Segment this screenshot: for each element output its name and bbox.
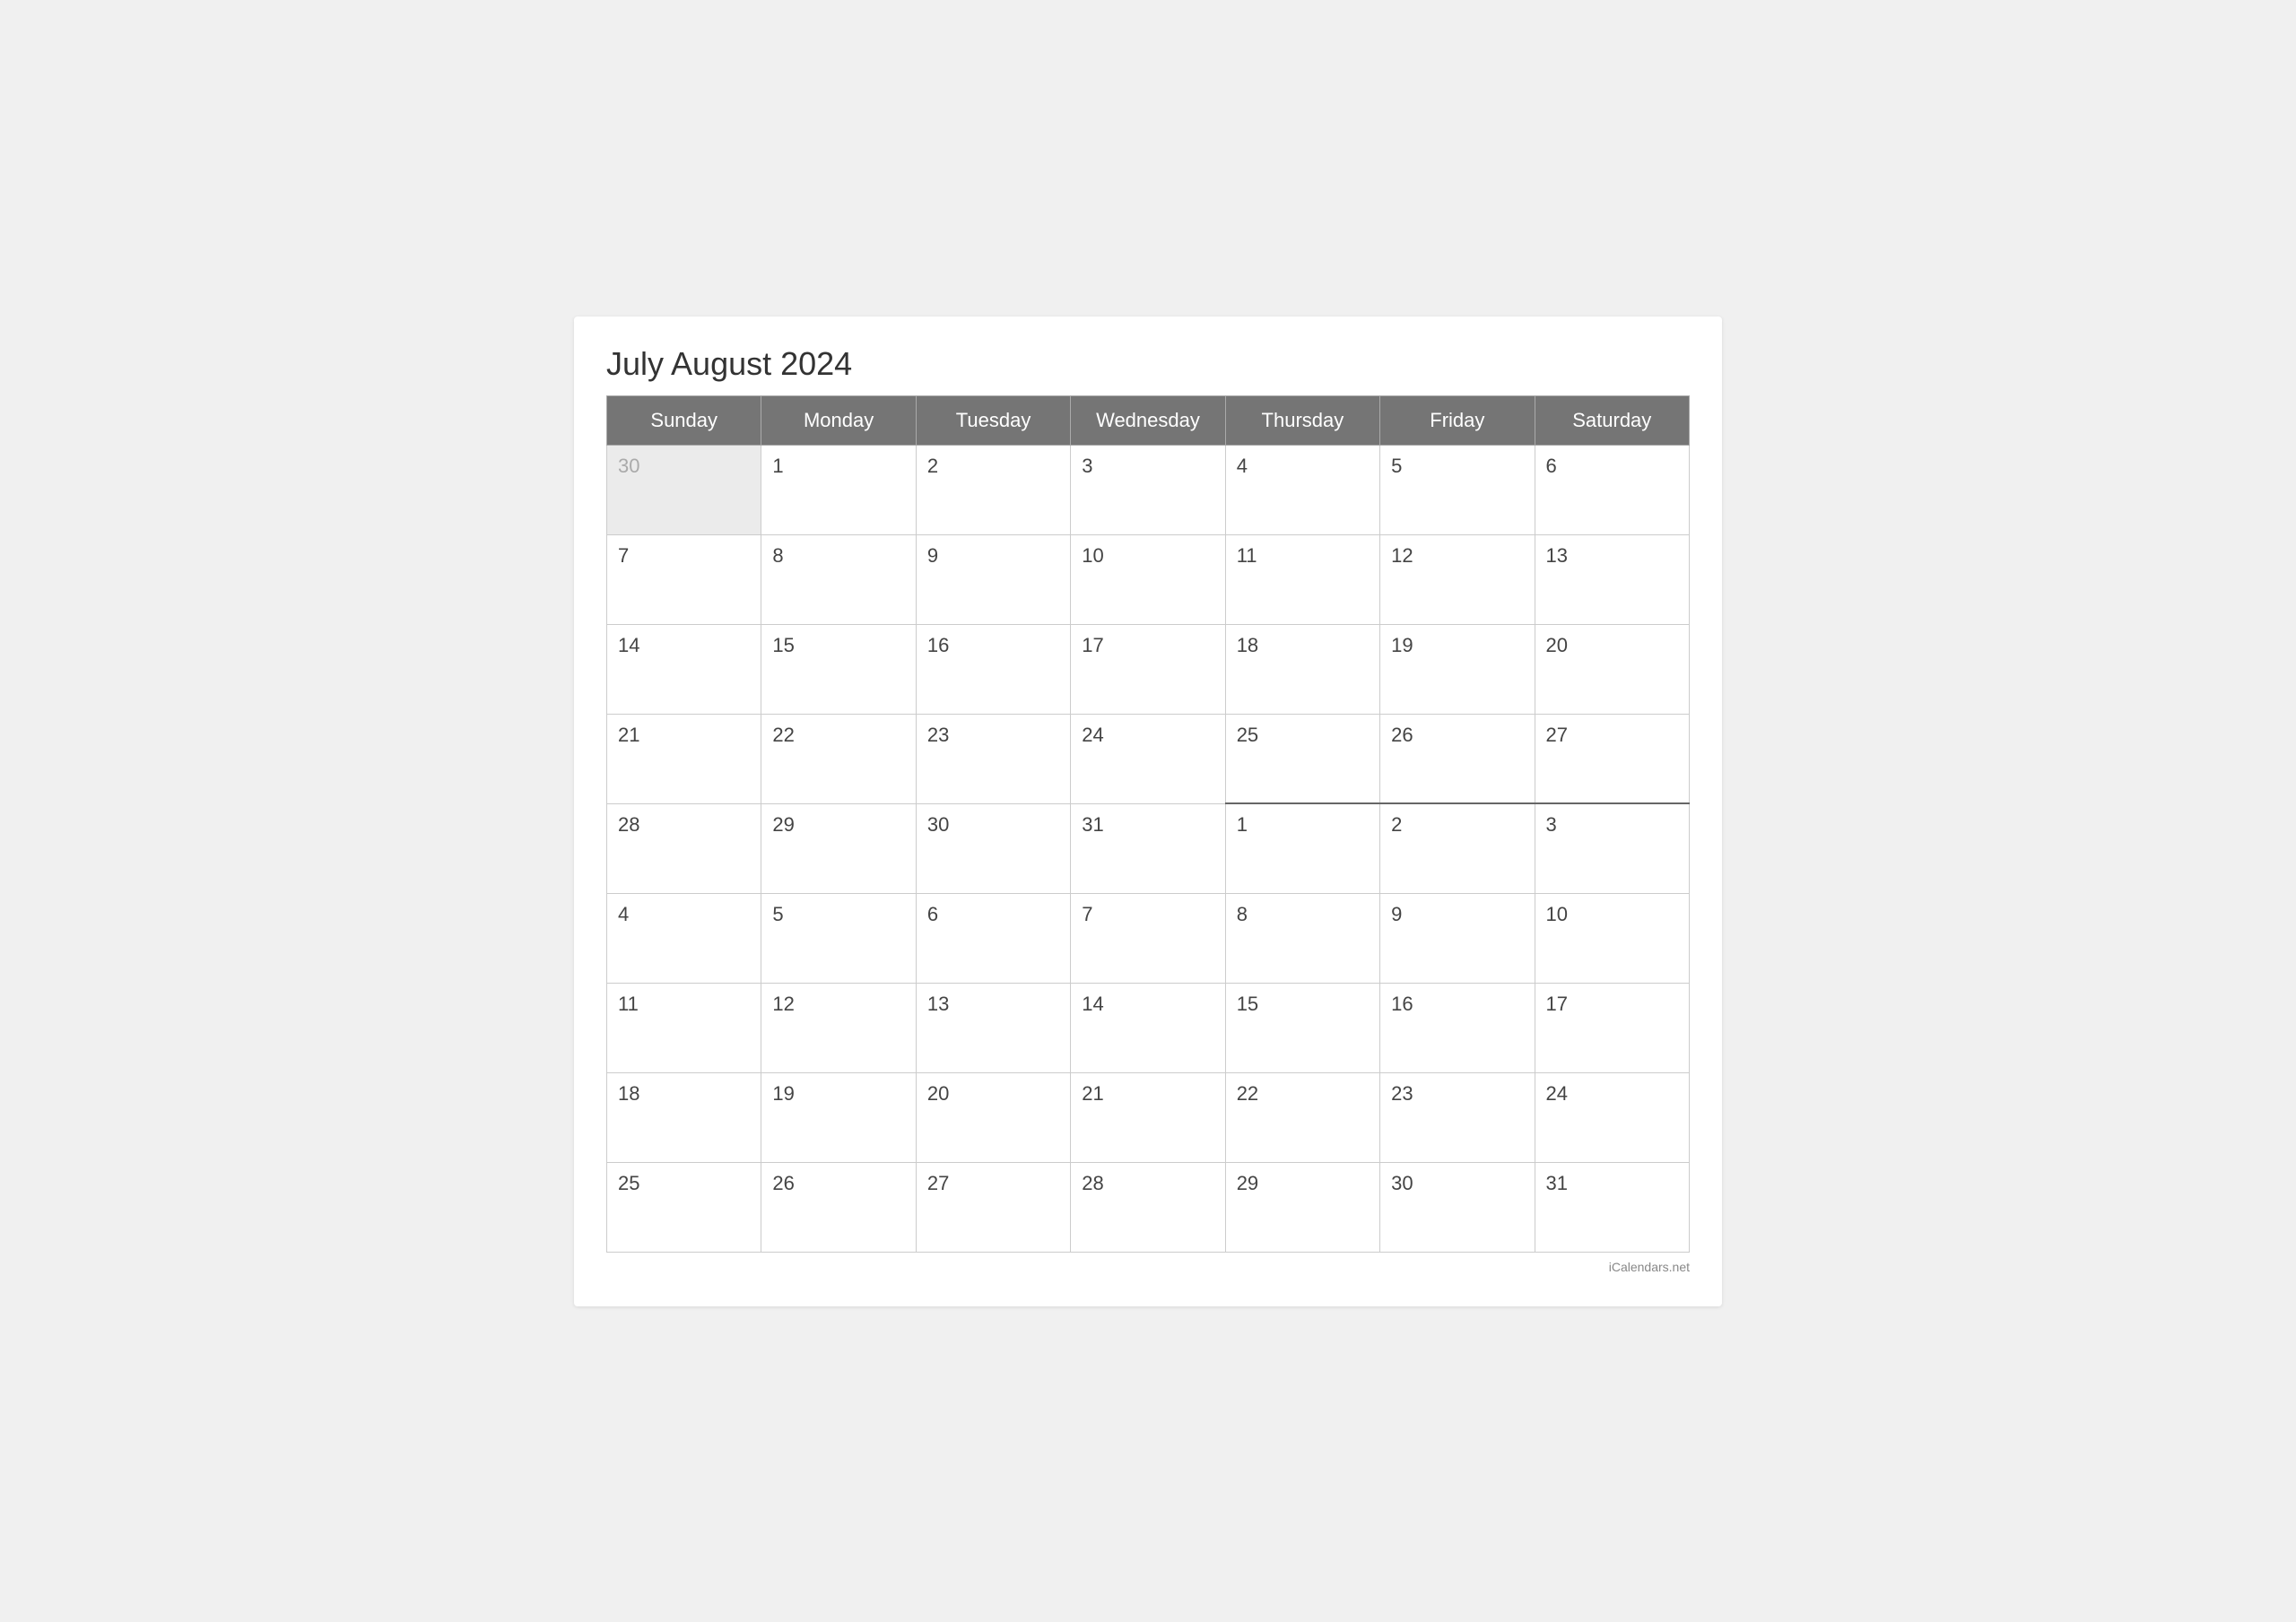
calendar-footer: iCalendars.net bbox=[606, 1260, 1690, 1274]
calendar-cell: 8 bbox=[761, 534, 916, 624]
calendar-cell: 21 bbox=[1071, 1072, 1225, 1162]
calendar-cell: 16 bbox=[1380, 983, 1535, 1072]
calendar-cell: 23 bbox=[1380, 1072, 1535, 1162]
calendar-cell: 11 bbox=[1225, 534, 1379, 624]
calendar-cell: 11 bbox=[607, 983, 761, 1072]
calendar-cell: 10 bbox=[1071, 534, 1225, 624]
calendar-cell: 14 bbox=[1071, 983, 1225, 1072]
calendar-cell: 20 bbox=[1535, 624, 1689, 714]
calendar-cell: 21 bbox=[607, 714, 761, 803]
calendar-cell: 2 bbox=[1380, 803, 1535, 893]
header-cell-wednesday: Wednesday bbox=[1071, 395, 1225, 445]
calendar-row: 28293031123 bbox=[607, 803, 1690, 893]
calendar-cell: 28 bbox=[1071, 1162, 1225, 1252]
calendar-cell: 3 bbox=[1071, 445, 1225, 534]
calendar-row: 21222324252627 bbox=[607, 714, 1690, 803]
header-cell-thursday: Thursday bbox=[1225, 395, 1379, 445]
calendar-cell: 24 bbox=[1535, 1072, 1689, 1162]
calendar-cell: 14 bbox=[607, 624, 761, 714]
header-row: SundayMondayTuesdayWednesdayThursdayFrid… bbox=[607, 395, 1690, 445]
calendar-row: 14151617181920 bbox=[607, 624, 1690, 714]
calendar-cell: 13 bbox=[1535, 534, 1689, 624]
calendar-cell: 29 bbox=[1225, 1162, 1379, 1252]
header-cell-friday: Friday bbox=[1380, 395, 1535, 445]
calendar-cell: 7 bbox=[607, 534, 761, 624]
calendar-cell: 30 bbox=[916, 803, 1070, 893]
calendar-cell: 26 bbox=[1380, 714, 1535, 803]
calendar-container: July August 2024 SundayMondayTuesdayWedn… bbox=[574, 317, 1722, 1306]
calendar-cell: 6 bbox=[1535, 445, 1689, 534]
calendar-cell: 9 bbox=[916, 534, 1070, 624]
calendar-cell: 23 bbox=[916, 714, 1070, 803]
calendar-cell: 7 bbox=[1071, 893, 1225, 983]
calendar-cell: 25 bbox=[607, 1162, 761, 1252]
calendar-cell: 2 bbox=[916, 445, 1070, 534]
calendar-row: 45678910 bbox=[607, 893, 1690, 983]
calendar-cell: 18 bbox=[1225, 624, 1379, 714]
calendar-cell: 15 bbox=[761, 624, 916, 714]
calendar-cell: 30 bbox=[1380, 1162, 1535, 1252]
calendar-cell: 29 bbox=[761, 803, 916, 893]
calendar-cell: 4 bbox=[1225, 445, 1379, 534]
calendar-cell: 27 bbox=[1535, 714, 1689, 803]
calendar-cell: 31 bbox=[1535, 1162, 1689, 1252]
calendar-cell: 17 bbox=[1071, 624, 1225, 714]
calendar-cell: 5 bbox=[1380, 445, 1535, 534]
calendar-cell: 16 bbox=[916, 624, 1070, 714]
header-cell-monday: Monday bbox=[761, 395, 916, 445]
calendar-cell: 31 bbox=[1071, 803, 1225, 893]
calendar-cell: 22 bbox=[761, 714, 916, 803]
calendar-title: July August 2024 bbox=[606, 345, 1690, 383]
header-cell-tuesday: Tuesday bbox=[916, 395, 1070, 445]
calendar-cell: 19 bbox=[761, 1072, 916, 1162]
calendar-cell: 9 bbox=[1380, 893, 1535, 983]
calendar-cell: 19 bbox=[1380, 624, 1535, 714]
calendar-row: 18192021222324 bbox=[607, 1072, 1690, 1162]
calendar-cell: 18 bbox=[607, 1072, 761, 1162]
calendar-row: 25262728293031 bbox=[607, 1162, 1690, 1252]
calendar-cell: 25 bbox=[1225, 714, 1379, 803]
calendar-cell: 8 bbox=[1225, 893, 1379, 983]
calendar-header: SundayMondayTuesdayWednesdayThursdayFrid… bbox=[607, 395, 1690, 445]
calendar-cell: 20 bbox=[916, 1072, 1070, 1162]
calendar-cell: 12 bbox=[761, 983, 916, 1072]
calendar-cell: 4 bbox=[607, 893, 761, 983]
calendar-cell: 1 bbox=[1225, 803, 1379, 893]
calendar-cell: 13 bbox=[916, 983, 1070, 1072]
calendar-table: SundayMondayTuesdayWednesdayThursdayFrid… bbox=[606, 395, 1690, 1253]
calendar-cell: 24 bbox=[1071, 714, 1225, 803]
calendar-cell: 5 bbox=[761, 893, 916, 983]
calendar-cell: 17 bbox=[1535, 983, 1689, 1072]
calendar-row: 11121314151617 bbox=[607, 983, 1690, 1072]
calendar-body: 3012345678910111213141516171819202122232… bbox=[607, 445, 1690, 1252]
calendar-cell: 1 bbox=[761, 445, 916, 534]
calendar-cell: 12 bbox=[1380, 534, 1535, 624]
header-cell-sunday: Sunday bbox=[607, 395, 761, 445]
calendar-cell: 3 bbox=[1535, 803, 1689, 893]
calendar-cell: 15 bbox=[1225, 983, 1379, 1072]
calendar-cell: 27 bbox=[916, 1162, 1070, 1252]
calendar-cell: 22 bbox=[1225, 1072, 1379, 1162]
calendar-cell: 6 bbox=[916, 893, 1070, 983]
calendar-row: 30123456 bbox=[607, 445, 1690, 534]
header-cell-saturday: Saturday bbox=[1535, 395, 1689, 445]
calendar-cell: 26 bbox=[761, 1162, 916, 1252]
calendar-cell: 28 bbox=[607, 803, 761, 893]
calendar-cell: 30 bbox=[607, 445, 761, 534]
calendar-cell: 10 bbox=[1535, 893, 1689, 983]
calendar-row: 78910111213 bbox=[607, 534, 1690, 624]
